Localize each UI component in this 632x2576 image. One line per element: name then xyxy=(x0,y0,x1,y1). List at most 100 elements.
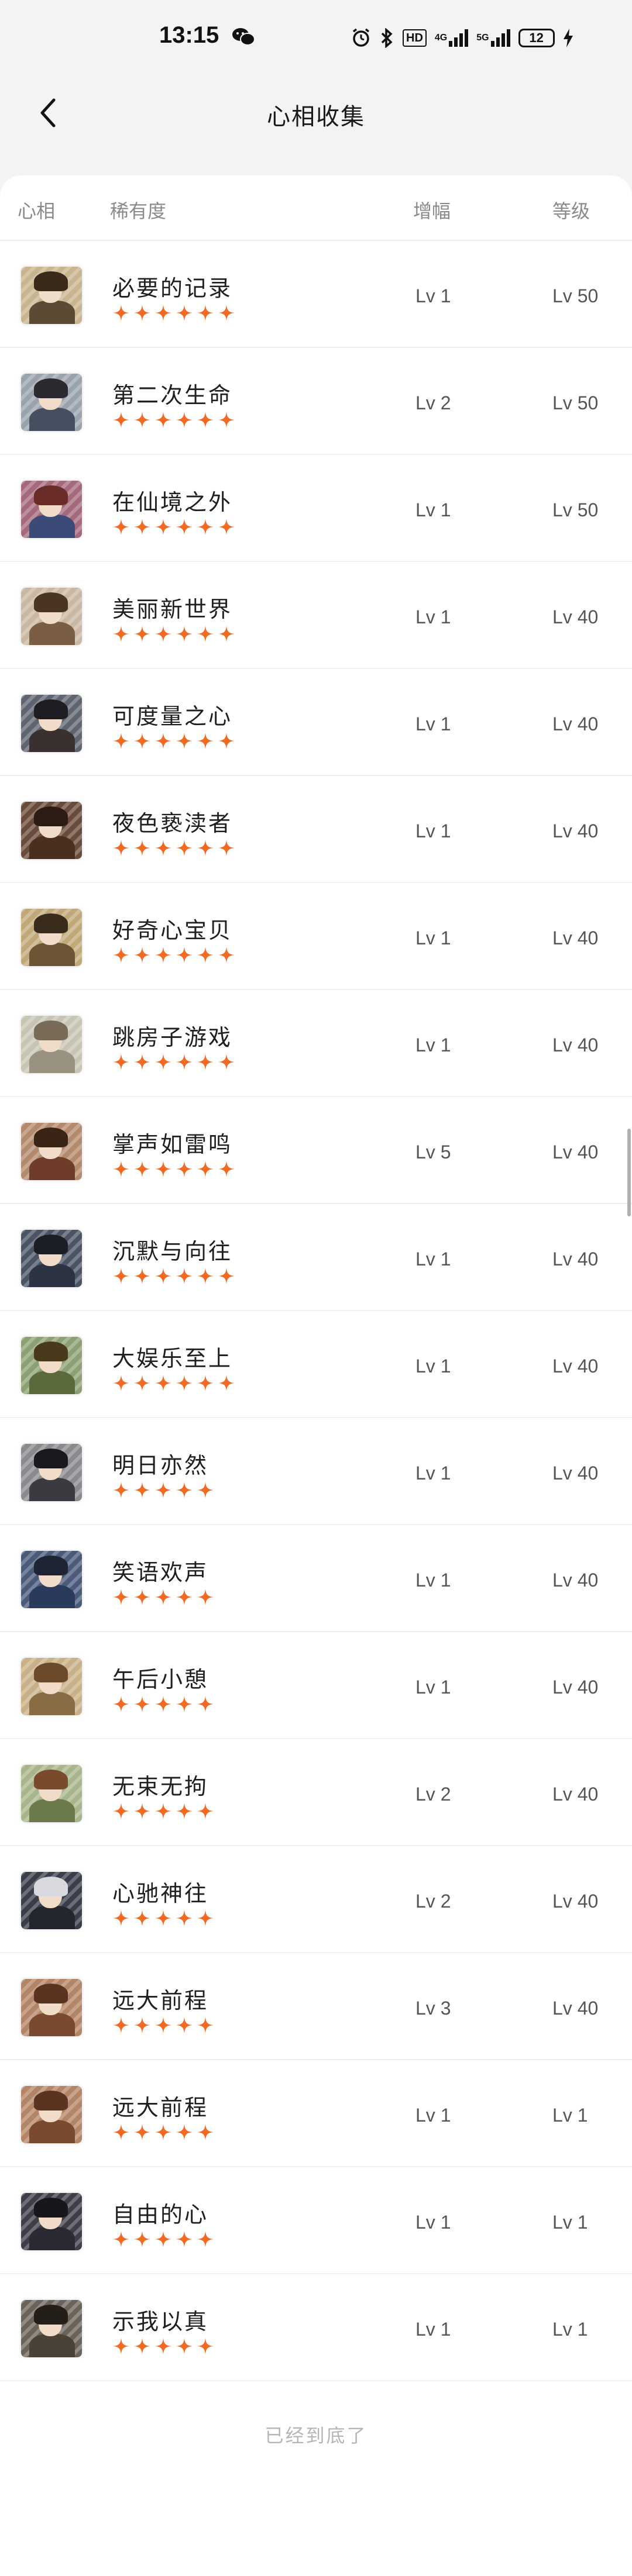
amplify-level: Lv 1 xyxy=(415,820,451,842)
rarity-stars xyxy=(112,1802,214,1820)
character-portrait[interactable] xyxy=(21,2193,82,2250)
star-icon xyxy=(197,2124,214,2140)
character-portrait[interactable] xyxy=(21,374,82,431)
card-level: Lv 1 xyxy=(552,2319,588,2340)
rarity-stars xyxy=(112,2016,214,2034)
table-row[interactable]: 夜色亵渎者 Lv 1 Lv 40 xyxy=(0,776,632,883)
table-row[interactable]: 必要的记录 Lv 1 Lv 50 xyxy=(0,241,632,348)
character-portrait[interactable] xyxy=(21,2086,82,2143)
character-portrait[interactable] xyxy=(21,1872,82,1929)
star-icon xyxy=(134,1482,150,1498)
table-row[interactable]: 美丽新世界 Lv 1 Lv 40 xyxy=(0,562,632,669)
character-portrait[interactable] xyxy=(21,481,82,538)
character-portrait[interactable] xyxy=(21,1551,82,1608)
character-portrait[interactable] xyxy=(21,1337,82,1394)
card-name: 沉默与向往 xyxy=(112,1239,233,1264)
alarm-icon xyxy=(352,28,370,47)
star-icon xyxy=(134,1696,150,1712)
star-icon xyxy=(197,2338,214,2354)
rarity-stars xyxy=(112,1588,214,1606)
star-icon xyxy=(197,1696,214,1712)
star-icon xyxy=(218,1054,235,1070)
amplify-level: Lv 1 xyxy=(415,2105,451,2126)
star-icon xyxy=(176,1589,193,1605)
star-icon xyxy=(155,1268,171,1284)
rarity-stars xyxy=(112,1160,235,1178)
card-name: 示我以真 xyxy=(112,2309,209,2334)
character-portrait[interactable] xyxy=(21,1230,82,1287)
star-icon xyxy=(197,1589,214,1605)
table-row[interactable]: 第二次生命 Lv 2 Lv 50 xyxy=(0,348,632,455)
amplify-level: Lv 2 xyxy=(415,1784,451,1805)
star-icon xyxy=(176,412,193,428)
table-row[interactable]: 心驰神往 Lv 2 Lv 40 xyxy=(0,1846,632,1953)
card-level: Lv 40 xyxy=(552,1998,599,2019)
signal-4g-label: 4G xyxy=(434,33,448,43)
star-icon xyxy=(134,840,150,856)
character-portrait[interactable] xyxy=(21,2300,82,2357)
table-row[interactable]: 午后小憩 Lv 1 Lv 40 xyxy=(0,1632,632,1739)
table-row[interactable]: 大娱乐至上 Lv 1 Lv 40 xyxy=(0,1311,632,1418)
star-icon xyxy=(218,412,235,428)
amplify-level: Lv 1 xyxy=(415,1034,451,1056)
card-level: Lv 40 xyxy=(552,1784,599,1805)
character-portrait[interactable] xyxy=(21,1123,82,1180)
star-icon xyxy=(176,2231,193,2247)
character-portrait[interactable] xyxy=(21,267,82,324)
card-level: Lv 50 xyxy=(552,499,599,520)
table-row[interactable]: 跳房子游戏 Lv 1 Lv 40 xyxy=(0,990,632,1097)
character-portrait[interactable] xyxy=(21,909,82,966)
star-icon xyxy=(113,733,129,749)
star-icon xyxy=(176,1268,193,1284)
rarity-stars xyxy=(112,2123,214,2141)
table-row[interactable]: 在仙境之外 Lv 1 Lv 50 xyxy=(0,455,632,562)
card-name: 掌声如雷鸣 xyxy=(112,1132,233,1157)
star-icon xyxy=(155,1375,171,1391)
scrollbar[interactable] xyxy=(627,1129,631,1216)
table-row[interactable]: 远大前程 Lv 3 Lv 40 xyxy=(0,1953,632,2060)
character-portrait[interactable] xyxy=(21,1016,82,1073)
table-row[interactable]: 远大前程 Lv 1 Lv 1 xyxy=(0,2060,632,2167)
star-icon xyxy=(218,733,235,749)
card-name: 自由的心 xyxy=(112,2202,209,2227)
star-icon xyxy=(218,947,235,963)
header-rarity: 稀有度 xyxy=(110,200,167,222)
table-row[interactable]: 明日亦然 Lv 1 Lv 40 xyxy=(0,1418,632,1525)
card-level: Lv 40 xyxy=(552,1142,599,1163)
table-row[interactable]: 示我以真 Lv 1 Lv 1 xyxy=(0,2274,632,2381)
character-portrait[interactable] xyxy=(21,588,82,645)
table-row[interactable]: 笑语欢声 Lv 1 Lv 40 xyxy=(0,1525,632,1632)
amplify-level: Lv 1 xyxy=(415,2319,451,2340)
star-icon xyxy=(155,2338,171,2354)
star-icon xyxy=(218,1161,235,1177)
rarity-stars xyxy=(112,839,235,857)
card-level: Lv 40 xyxy=(552,1891,599,1912)
table-row[interactable]: 掌声如雷鸣 Lv 5 Lv 40 xyxy=(0,1097,632,1204)
amplify-level: Lv 1 xyxy=(415,2212,451,2233)
character-portrait[interactable] xyxy=(21,1658,82,1715)
card-name: 跳房子游戏 xyxy=(112,1025,233,1050)
card-name: 在仙境之外 xyxy=(112,489,233,515)
amplify-level: Lv 3 xyxy=(415,1998,451,2019)
star-icon xyxy=(176,1054,193,1070)
amplify-level: Lv 1 xyxy=(415,713,451,734)
character-portrait[interactable] xyxy=(21,1444,82,1501)
character-portrait[interactable] xyxy=(21,695,82,752)
star-icon xyxy=(134,1803,150,1819)
star-icon xyxy=(197,1375,214,1391)
table-row[interactable]: 无束无拘 Lv 2 Lv 40 xyxy=(0,1739,632,1846)
star-icon xyxy=(134,1268,150,1284)
card-level: Lv 40 xyxy=(552,1463,599,1484)
star-icon xyxy=(176,1375,193,1391)
card-level: Lv 40 xyxy=(552,1249,599,1270)
rarity-stars xyxy=(112,946,235,964)
star-icon xyxy=(113,1268,129,1284)
table-row[interactable]: 可度量之心 Lv 1 Lv 40 xyxy=(0,669,632,776)
character-portrait[interactable] xyxy=(21,1979,82,2036)
star-icon xyxy=(155,2017,171,2033)
table-row[interactable]: 好奇心宝贝 Lv 1 Lv 40 xyxy=(0,883,632,990)
table-row[interactable]: 自由的心 Lv 1 Lv 1 xyxy=(0,2167,632,2274)
character-portrait[interactable] xyxy=(21,802,82,859)
character-portrait[interactable] xyxy=(21,1765,82,1822)
table-row[interactable]: 沉默与向往 Lv 1 Lv 40 xyxy=(0,1204,632,1311)
